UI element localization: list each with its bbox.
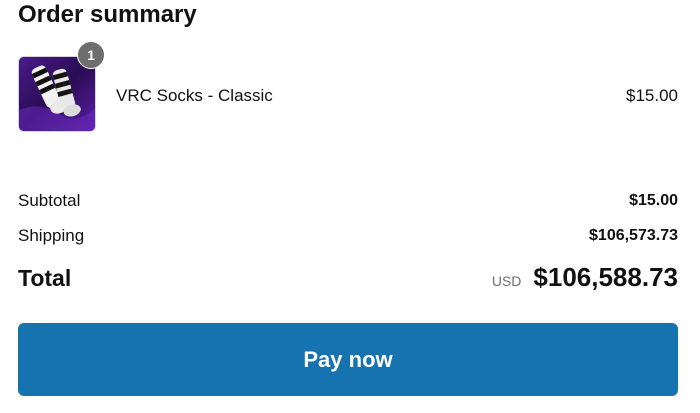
subtotal-label: Subtotal <box>18 191 81 210</box>
socks-product-image <box>19 57 95 131</box>
order-summary-title: Order summary <box>18 1 197 28</box>
total-amount: USD $106,588.73 <box>492 262 678 293</box>
shipping-label: Shipping <box>18 226 85 245</box>
subtotal-value: $15.00 <box>629 192 678 209</box>
quantity-badge: 1 <box>77 41 105 69</box>
pay-now-button[interactable]: Pay now <box>18 323 678 396</box>
product-name: VRC Socks - Classic <box>116 86 273 105</box>
product-price: $15.00 <box>626 86 678 105</box>
currency-code: USD <box>491 273 522 289</box>
total-value: $106,588.73 <box>533 262 678 292</box>
shipping-value: $106,573.73 <box>589 227 678 244</box>
total-label: Total <box>18 265 72 291</box>
